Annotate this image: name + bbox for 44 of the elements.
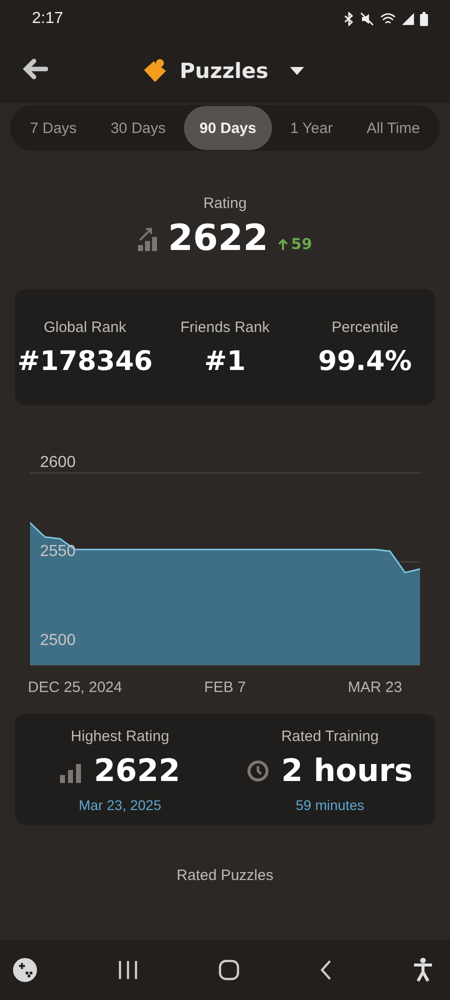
period-tab[interactable]: 7 Days xyxy=(14,106,93,150)
puzzle-piece-icon xyxy=(142,58,168,84)
accessibility-icon[interactable] xyxy=(412,957,434,983)
rating-label: Rating xyxy=(203,195,247,212)
rating-change: 59 xyxy=(291,234,312,252)
rank-value: #178346 xyxy=(17,346,153,377)
mute-icon xyxy=(360,12,374,26)
page-title: Puzzles xyxy=(180,58,268,82)
system-back-icon[interactable] xyxy=(319,959,333,981)
period-tab[interactable]: 30 Days xyxy=(94,106,182,150)
axis-label: MAR 23 xyxy=(348,679,402,696)
stat-label: Highest Rating xyxy=(70,728,170,745)
period-tab[interactable]: 1 Year xyxy=(274,106,349,150)
rank-label: Percentile xyxy=(332,319,398,336)
axis-label: DEC 25, 2024 xyxy=(28,679,122,696)
clock-icon xyxy=(247,760,270,782)
bluetooth-icon xyxy=(344,12,354,26)
period-tab[interactable]: 90 Days xyxy=(184,106,272,150)
period-tab[interactable]: All Time xyxy=(350,106,436,150)
rank-value: 99.4% xyxy=(318,346,412,377)
recent-apps-icon[interactable] xyxy=(117,960,139,980)
up-arrow-icon xyxy=(278,238,288,250)
wifi-icon xyxy=(380,12,396,26)
rank-label: Global Rank xyxy=(44,319,126,336)
game-launcher-icon[interactable] xyxy=(12,957,38,983)
axis-label: 2600 xyxy=(40,454,76,471)
battery-icon xyxy=(420,12,428,26)
rated-puzzles-label: Rated Puzzles xyxy=(176,867,274,884)
rising-bars-icon xyxy=(138,226,158,252)
stat-value: 2 hours xyxy=(281,753,413,789)
axis-label: FEB 7 xyxy=(204,679,246,696)
stat-value: 2622 xyxy=(94,753,180,789)
signal-icon xyxy=(402,13,414,25)
status-time: 2:17 xyxy=(32,10,64,28)
rank-label: Friends Rank xyxy=(180,319,270,336)
axis-label: 2550 xyxy=(40,542,76,560)
rating-value: 2622 xyxy=(168,218,268,259)
home-icon[interactable] xyxy=(218,959,240,981)
stat-detail: 59 minutes xyxy=(296,797,364,813)
back-button[interactable] xyxy=(20,56,50,82)
stat-detail: Mar 23, 2025 xyxy=(78,797,162,813)
stat-label: Rated Training xyxy=(281,728,379,745)
rank-value: #1 xyxy=(204,346,246,377)
axis-label: 2500 xyxy=(40,632,76,649)
